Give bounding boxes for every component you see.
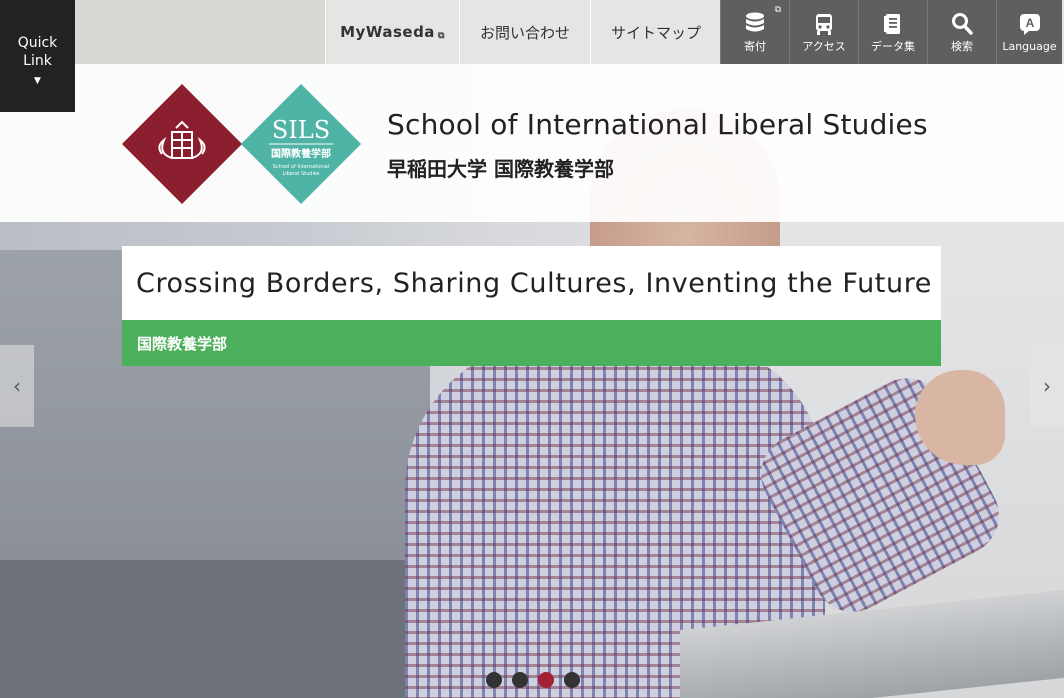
access-link[interactable]: アクセス bbox=[789, 0, 858, 64]
sils-logo-ja: 国際教養学部 bbox=[271, 147, 331, 160]
sitemap-label: サイトマップ bbox=[610, 23, 701, 42]
contact-link[interactable]: お問い合わせ bbox=[459, 0, 590, 64]
site-title-ja[interactable]: 早稲田大学 国際教養学部 bbox=[387, 153, 614, 182]
carousel-dot-3[interactable] bbox=[538, 672, 554, 688]
language-label: Language bbox=[1002, 40, 1057, 53]
utility-text-links: MyWaseda ⧉ お問い合わせ サイトマップ bbox=[325, 0, 721, 64]
language-icon: A bbox=[1018, 11, 1042, 37]
utility-icon-links: ⧉ 寄付 アクセス データ集 検索 A Language bbox=[720, 0, 1062, 64]
language-link[interactable]: A Language bbox=[996, 0, 1062, 64]
donation-link[interactable]: ⧉ 寄付 bbox=[720, 0, 789, 64]
data-collection-link[interactable]: データ集 bbox=[858, 0, 927, 64]
mywaseda-link[interactable]: MyWaseda ⧉ bbox=[325, 0, 459, 64]
carousel-dot-2[interactable] bbox=[512, 672, 528, 688]
search-link[interactable]: 検索 bbox=[927, 0, 996, 64]
donation-label: 寄付 bbox=[744, 40, 766, 53]
sils-logo[interactable]: SILS 国際教養学部 School of International Libe… bbox=[241, 84, 361, 204]
contact-label: お問い合わせ bbox=[479, 23, 570, 42]
sitemap-link[interactable]: サイトマップ bbox=[590, 0, 721, 64]
data-collection-label: データ集 bbox=[871, 40, 915, 53]
sils-logo-en-1: School of International bbox=[273, 164, 330, 170]
sils-logo-text: SILS bbox=[272, 116, 330, 144]
chevron-left-icon: ‹ bbox=[13, 374, 21, 398]
external-link-icon: ⧉ bbox=[774, 5, 781, 15]
waseda-logo[interactable] bbox=[122, 84, 242, 204]
sils-logo-en-2: Liberal Studies bbox=[282, 171, 319, 177]
search-label: 検索 bbox=[951, 40, 973, 53]
chevron-down-icon: ▼ bbox=[34, 76, 41, 86]
carousel-prev-button[interactable]: ‹ bbox=[0, 345, 34, 427]
database-icon bbox=[745, 11, 765, 37]
mywaseda-label: MyWaseda bbox=[340, 23, 435, 41]
search-icon bbox=[951, 11, 973, 37]
quick-link-text: Quick Link bbox=[17, 35, 58, 69]
site-title-en[interactable]: School of International Liberal Studies bbox=[387, 108, 928, 141]
carousel-dot-1[interactable] bbox=[486, 672, 502, 688]
hero-subline-bar[interactable]: 国際教養学部 bbox=[122, 320, 941, 366]
chevron-right-icon: › bbox=[1043, 374, 1051, 398]
carousel-dots bbox=[486, 672, 580, 688]
carousel-next-button[interactable]: › bbox=[1030, 345, 1064, 427]
language-glyph: A bbox=[1025, 16, 1034, 30]
hero-headline-box: Crossing Borders, Sharing Cultures, Inve… bbox=[122, 246, 941, 320]
quick-link-label: Quick Link bbox=[18, 34, 58, 70]
carousel-dot-4[interactable] bbox=[564, 672, 580, 688]
access-label: アクセス bbox=[802, 40, 846, 53]
book-icon bbox=[883, 11, 903, 37]
external-link-icon: ⧉ bbox=[437, 31, 445, 41]
bus-icon bbox=[814, 11, 834, 37]
hero-headline: Crossing Borders, Sharing Cultures, Inve… bbox=[136, 267, 933, 299]
hero-subline: 国際教養学部 bbox=[137, 334, 228, 353]
quick-link-button[interactable]: Quick Link ▼ bbox=[0, 0, 75, 112]
